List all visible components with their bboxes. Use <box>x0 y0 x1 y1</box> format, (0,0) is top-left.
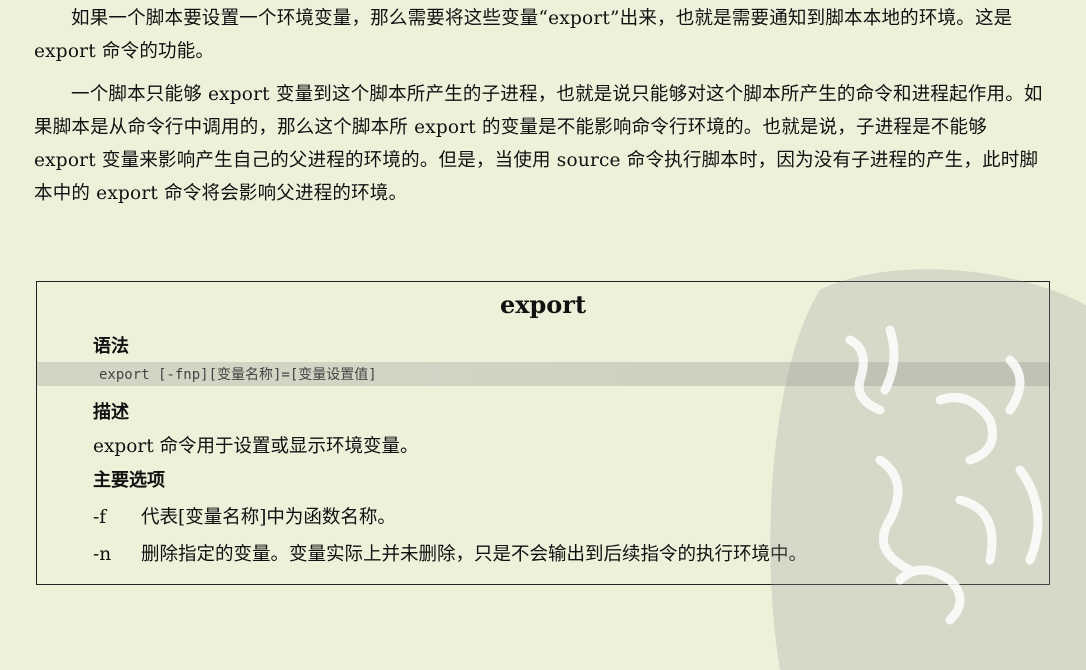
syntax-band: export [-fnp][变量名称]=[变量设置值] <box>37 362 1049 386</box>
command-title: export <box>499 290 587 319</box>
options-heading: 主要选项 <box>93 470 165 491</box>
document-page: 如果一个脚本要设置一个环境变量，那么需要将这些变量“export”出来，也就是需… <box>0 0 1086 670</box>
command-box: export 语法 export [-fnp][变量名称]=[变量设置值] 描述… <box>36 281 1050 585</box>
syntax-heading: 语法 <box>93 336 129 357</box>
paragraph-1: 如果一个脚本要设置一个环境变量，那么需要将这些变量“export”出来，也就是需… <box>34 8 1013 62</box>
option-flag: -f <box>93 507 107 528</box>
option-text: 代表[变量名称]中为函数名称。 <box>141 507 396 528</box>
description-heading: 描述 <box>93 402 129 423</box>
option-f: -f 代表[变量名称]中为函数名称。 <box>93 503 396 529</box>
paragraph-2: 一个脚本只能够 export 变量到这个脚本所产生的子进程，也就是说只能够对这个… <box>34 84 1043 204</box>
syntax-text: export [-fnp][变量名称]=[变量设置值] <box>99 367 377 383</box>
description-text: export 命令用于设置或显示环境变量。 <box>93 436 419 457</box>
option-n: -n 删除指定的变量。变量实际上并未删除，只是不会输出到后续指令的执行环境中。 <box>93 540 807 566</box>
option-flag: -n <box>93 544 112 565</box>
option-text: 删除指定的变量。变量实际上并未删除，只是不会输出到后续指令的执行环境中。 <box>141 544 808 565</box>
